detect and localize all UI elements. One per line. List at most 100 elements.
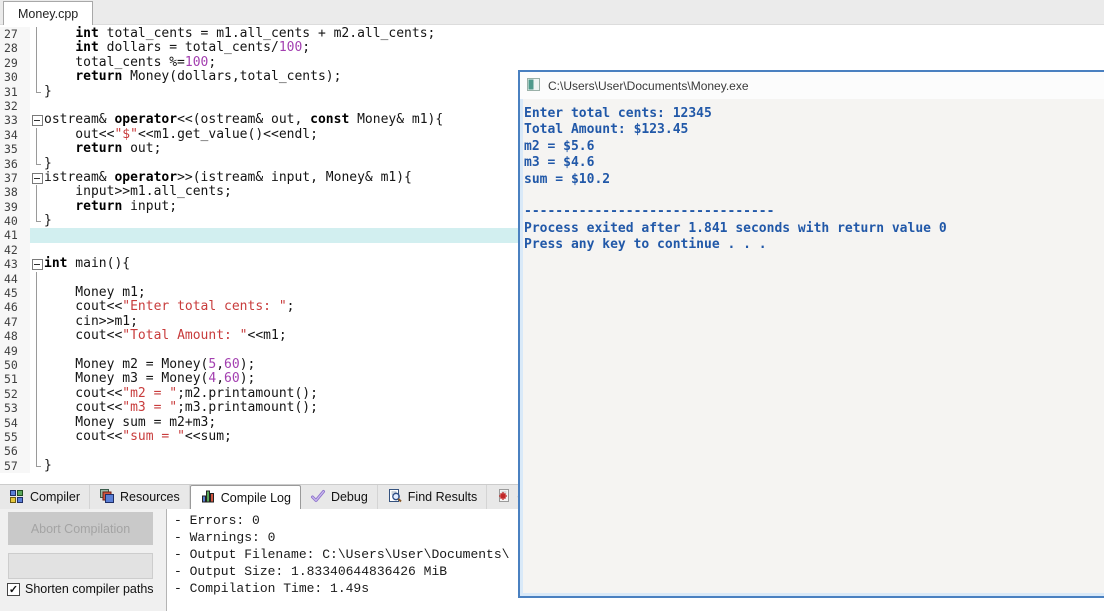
fold-gutter: [30, 243, 44, 257]
find-results-icon: [387, 488, 403, 507]
tab-find-results[interactable]: Find Results: [378, 485, 487, 509]
fold-line-marker: [30, 272, 44, 286]
line-number[interactable]: 48: [0, 329, 30, 343]
console-line: Process exited after 1.841 seconds with …: [524, 221, 1104, 237]
line-number[interactable]: 45: [0, 286, 30, 300]
line-number[interactable]: 38: [0, 185, 30, 199]
console-titlebar[interactable]: C:\Users\User\Documents\Money.exe: [520, 72, 1104, 99]
console-window: C:\Users\User\Documents\Money.exe Enter …: [518, 70, 1104, 598]
fold-gutter: [30, 228, 44, 242]
line-number[interactable]: 54: [0, 416, 30, 430]
fold-line-marker: [30, 200, 44, 214]
console-title-text: C:\Users\User\Documents\Money.exe: [548, 79, 749, 93]
bottom-tab-label: Find Results: [408, 490, 477, 504]
line-number[interactable]: 29: [0, 56, 30, 70]
line-number[interactable]: 30: [0, 70, 30, 84]
code-text: int total_cents = m1.all_cents + m2.all_…: [44, 27, 1104, 41]
code-text: total_cents %=100;: [44, 56, 1104, 70]
ide-window: Money.cpp 27 int total_cents = m1.all_ce…: [0, 0, 1104, 611]
resources-icon: [99, 488, 115, 507]
console-line: sum = $10.2: [524, 172, 1104, 188]
line-number[interactable]: 50: [0, 358, 30, 372]
fold-end-marker: [30, 157, 44, 171]
line-number[interactable]: 32: [0, 99, 30, 113]
bottom-tab-label: Compiler: [30, 490, 80, 504]
abort-compilation-label: Abort Compilation: [31, 522, 130, 536]
line-number[interactable]: 49: [0, 344, 30, 358]
fold-line-marker: [30, 387, 44, 401]
line-number[interactable]: 51: [0, 372, 30, 386]
fold-box-marker[interactable]: [30, 113, 44, 127]
fold-box-marker[interactable]: [30, 171, 44, 185]
shorten-paths-checkbox[interactable]: ✓: [7, 583, 20, 596]
compile-progress-bar: [8, 553, 153, 579]
console-line: Press any key to continue . . .: [524, 237, 1104, 253]
fold-line-marker: [30, 401, 44, 415]
bottom-tab-label: Resources: [120, 490, 180, 504]
fold-box-marker[interactable]: [30, 257, 44, 271]
line-number[interactable]: 43: [0, 257, 30, 271]
line-number[interactable]: 34: [0, 128, 30, 142]
tab-compile-log[interactable]: Compile Log: [190, 485, 301, 509]
line-number[interactable]: 36: [0, 157, 30, 171]
tab-resources[interactable]: Resources: [90, 485, 190, 509]
fold-line-marker: [30, 300, 44, 314]
console-line: m2 = $5.6: [524, 139, 1104, 155]
fold-end-marker: [30, 459, 44, 473]
console-line: [524, 188, 1104, 204]
line-number[interactable]: 53: [0, 401, 30, 415]
abort-compilation-button[interactable]: Abort Compilation: [8, 512, 153, 545]
line-number[interactable]: 52: [0, 387, 30, 401]
line-number[interactable]: 57: [0, 459, 30, 473]
shorten-paths-label: Shorten compiler paths: [25, 582, 154, 596]
console-line: Total Amount: $123.45: [524, 122, 1104, 138]
line-number[interactable]: 28: [0, 41, 30, 55]
fold-line-marker: [30, 70, 44, 84]
fold-line-marker: [30, 358, 44, 372]
fold-line-marker: [30, 344, 44, 358]
line-number[interactable]: 33: [0, 113, 30, 127]
console-output[interactable]: Enter total cents: 12345Total Amount: $1…: [522, 101, 1104, 592]
line-number[interactable]: 47: [0, 315, 30, 329]
fold-line-marker: [30, 329, 44, 343]
fold-end-marker: [30, 214, 44, 228]
compile-log-icon: [200, 488, 216, 507]
line-number[interactable]: 27: [0, 27, 30, 41]
code-line[interactable]: 29 total_cents %=100;: [0, 56, 1104, 70]
code-line[interactable]: 28 int dollars = total_cents/100;: [0, 41, 1104, 55]
line-number[interactable]: 31: [0, 85, 30, 99]
console-app-icon: [527, 78, 540, 94]
line-number[interactable]: 37: [0, 171, 30, 185]
bottom-tab-label: Compile Log: [221, 491, 291, 505]
line-number[interactable]: 41: [0, 228, 30, 242]
console-line: m3 = $4.6: [524, 155, 1104, 171]
file-tab-label: Money.cpp: [18, 7, 78, 21]
line-number[interactable]: 55: [0, 430, 30, 444]
tab-debug[interactable]: Debug: [301, 485, 378, 509]
fold-line-marker: [30, 142, 44, 156]
file-tabstrip: Money.cpp: [0, 0, 1104, 25]
fold-line-marker: [30, 286, 44, 300]
line-number[interactable]: 44: [0, 272, 30, 286]
tab-compiler[interactable]: Compiler: [0, 485, 90, 509]
line-number[interactable]: 35: [0, 142, 30, 156]
code-line-body: total_cents %=100;: [30, 56, 1104, 70]
line-number[interactable]: 56: [0, 444, 30, 458]
code-line[interactable]: 27 int total_cents = m1.all_cents + m2.a…: [0, 27, 1104, 41]
tab-money-cpp[interactable]: Money.cpp: [3, 1, 93, 25]
fold-line-marker: [30, 430, 44, 444]
code-line-body: int total_cents = m1.all_cents + m2.all_…: [30, 27, 1104, 41]
line-number[interactable]: 40: [0, 214, 30, 228]
fold-line-marker: [30, 56, 44, 70]
fold-gutter: [30, 99, 44, 113]
line-number[interactable]: 42: [0, 243, 30, 257]
fold-end-marker: [30, 85, 44, 99]
console-line: Enter total cents: 12345: [524, 106, 1104, 122]
fold-line-marker: [30, 416, 44, 430]
fold-line-marker: [30, 128, 44, 142]
compiler-icon: [9, 488, 25, 507]
bottom-tab-label: Debug: [331, 490, 368, 504]
line-number[interactable]: 39: [0, 200, 30, 214]
line-number[interactable]: 46: [0, 300, 30, 314]
fold-line-marker: [30, 41, 44, 55]
